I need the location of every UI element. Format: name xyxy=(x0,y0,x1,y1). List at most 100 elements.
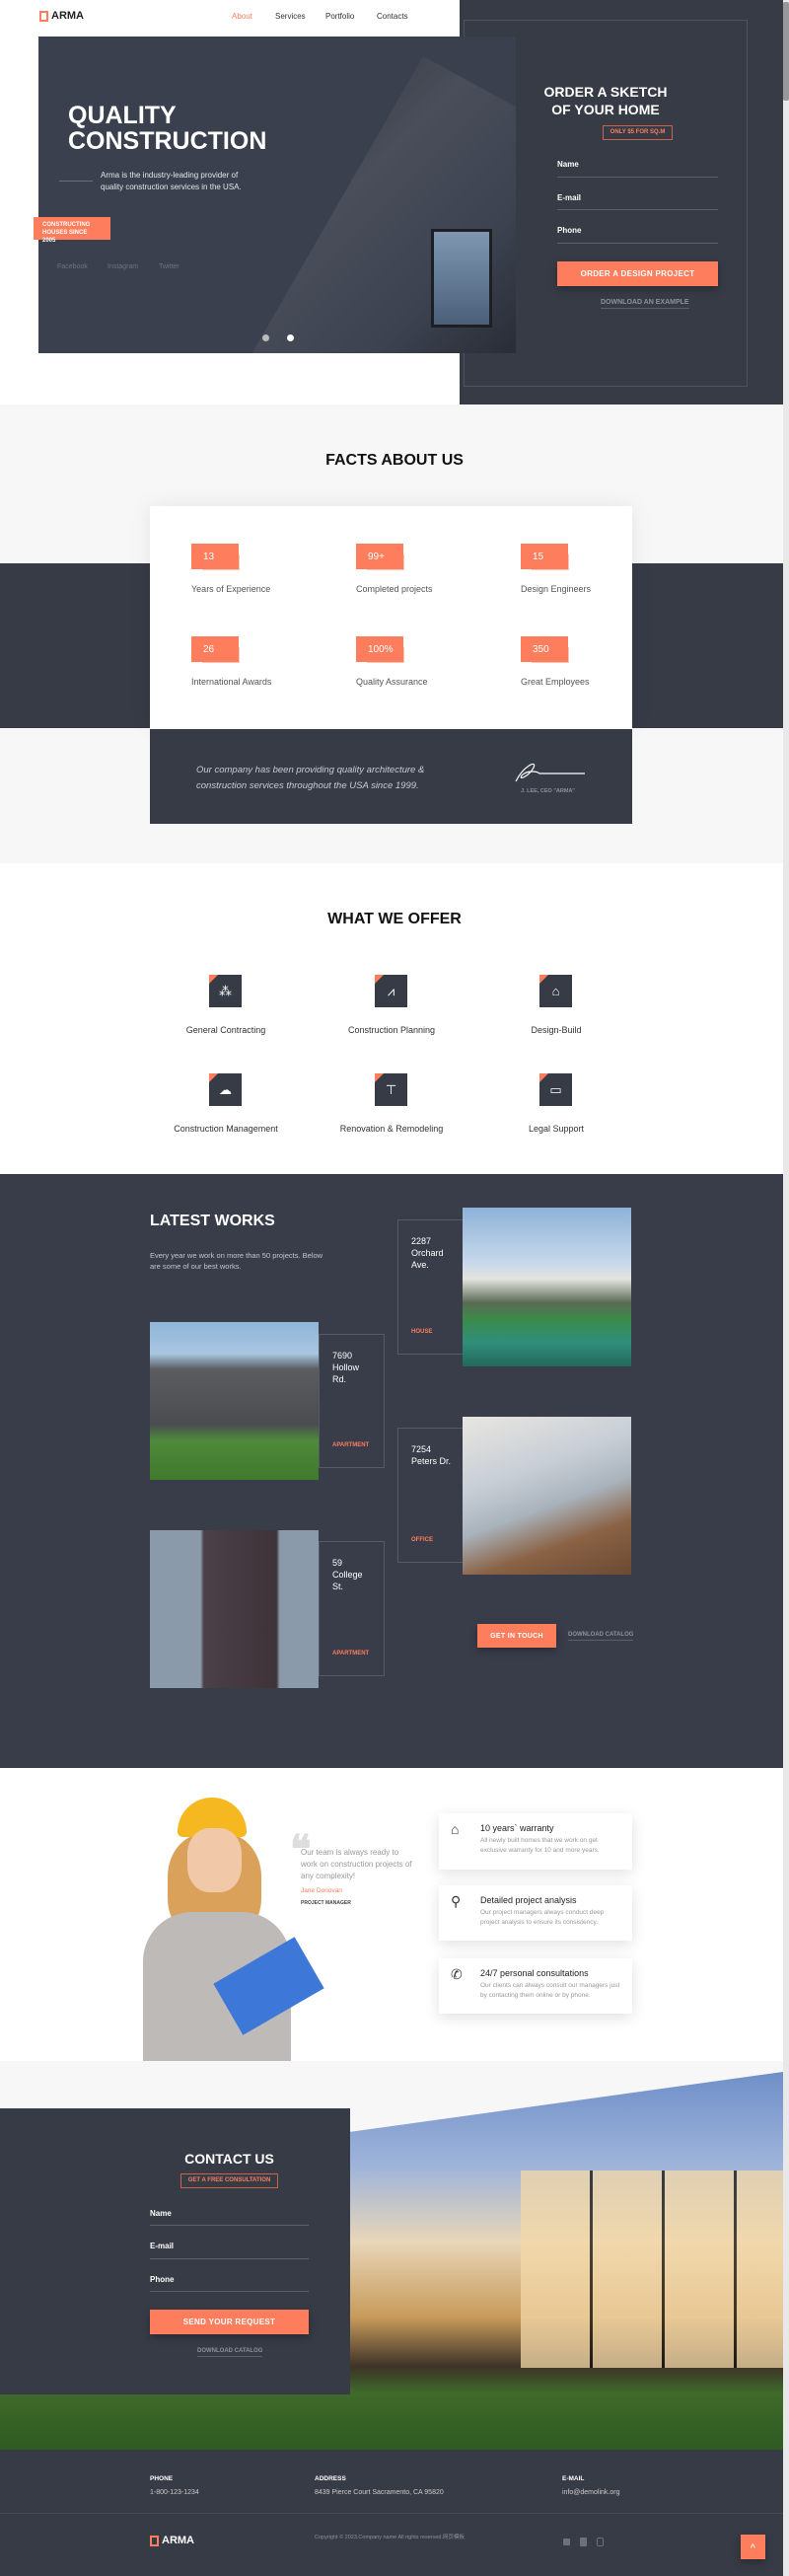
logo-text: ARMA xyxy=(51,10,84,22)
order-email-label: E-mail xyxy=(557,193,582,202)
youtube-icon[interactable] xyxy=(563,2539,570,2545)
work-type: HOUSE xyxy=(411,1329,433,1335)
download-example-link[interactable]: DOWNLOAD AN EXAMPLE xyxy=(601,299,689,309)
work-image-gray-house[interactable] xyxy=(150,1322,319,1480)
work-info-box[interactable]: 59 College St. APARTMENT xyxy=(319,1541,385,1676)
work-address: 7254 Peters Dr. xyxy=(411,1444,452,1466)
nav-contacts[interactable]: Contacts xyxy=(377,12,408,21)
order-price-badge: ONLY $5 FOR SQ.M xyxy=(603,125,673,140)
work-image-pool-house[interactable] xyxy=(463,1208,631,1366)
order-name-input[interactable] xyxy=(557,177,718,178)
hero-divider xyxy=(59,181,93,182)
order-title-line2: OF YOUR HOME xyxy=(551,102,660,117)
work-type: APARTMENT xyxy=(332,1442,370,1448)
work-address: 59 College St. xyxy=(332,1558,363,1591)
offer-label[interactable]: Design-Build xyxy=(477,1025,635,1035)
cloud-icon[interactable]: ☁ xyxy=(209,1073,242,1106)
signature-caption: J. LEE, CEO "ARMA" xyxy=(521,788,576,794)
work-image-tower[interactable] xyxy=(150,1530,319,1688)
offer-label[interactable]: General Contracting xyxy=(147,1025,305,1035)
hero-title-line1: QUALITY xyxy=(68,102,177,129)
order-phone-label: Phone xyxy=(557,226,582,235)
slider-dot-2[interactable] xyxy=(287,334,294,341)
logo-icon xyxy=(39,10,48,22)
feature-text: Our clients can always consult our manag… xyxy=(480,1982,620,1999)
search-icon: ⚲ xyxy=(451,1893,462,1909)
villa-windows xyxy=(521,2171,783,2368)
face xyxy=(187,1828,242,1892)
footer-email-label: E-MAIL xyxy=(562,2475,585,2482)
work-image-office[interactable] xyxy=(463,1417,631,1575)
contact-name-input[interactable] xyxy=(150,2225,309,2226)
work-address: 2287 Orchard Ave. xyxy=(411,1236,444,1270)
nav-portfolio[interactable]: Portfolio xyxy=(325,12,354,21)
order-email-input[interactable] xyxy=(557,209,718,210)
hero-social-instagram[interactable]: Instagram xyxy=(108,263,138,270)
logo[interactable]: ARMA xyxy=(39,10,84,22)
feature-card-analysis: ⚲ Detailed project analysis Our project ma… xyxy=(439,1885,632,1941)
house-icon: ⌂ xyxy=(451,1821,460,1837)
nav-services[interactable]: Services xyxy=(275,12,306,21)
order-design-button[interactable]: ORDER A DESIGN PROJECT xyxy=(557,261,718,286)
offer-label[interactable]: Construction Planning xyxy=(313,1025,470,1035)
footer-phone[interactable]: 1-800-123-1234 xyxy=(150,2489,199,2496)
phone-chat-icon: ✆ xyxy=(451,1966,463,1982)
facebook-icon[interactable] xyxy=(580,2538,587,2546)
order-name-label: Name xyxy=(557,160,579,169)
scrollbar-thumb[interactable] xyxy=(783,2,789,101)
work-info-box[interactable]: 7254 Peters Dr. OFFICE xyxy=(397,1428,464,1563)
back-to-top-button[interactable]: ^ xyxy=(741,2535,765,2559)
contact-phone-input[interactable] xyxy=(150,2291,309,2292)
download-catalog-link[interactable]: DOWNLOAD CATALOG xyxy=(568,1632,634,1641)
briefcase-icon[interactable]: ▭ xyxy=(539,1073,572,1106)
hero-social-twitter[interactable]: Twitter xyxy=(159,263,179,270)
signature-icon xyxy=(515,763,585,782)
hero-badge: CONSTRUCTING HOUSES SINCE 2005 xyxy=(34,217,110,244)
drops-icon[interactable]: ⁂ xyxy=(209,975,242,1007)
paint-roller-icon[interactable]: ⊤ xyxy=(375,1073,407,1106)
feature-card-warranty: ⌂ 10 years` warranty All newly built homes… xyxy=(439,1813,632,1870)
order-phone-input[interactable] xyxy=(557,243,718,244)
hero-title: QUALITY CONSTRUCTION xyxy=(68,103,266,154)
order-title-line1: ORDER A SKETCH xyxy=(543,84,668,100)
fact-label: Great Employees xyxy=(521,677,590,687)
feature-title: Detailed project analysis xyxy=(480,1895,577,1905)
feature-title: 10 years` warranty xyxy=(480,1823,554,1833)
nav-about[interactable]: About xyxy=(232,12,252,21)
testimonial-name: Jane Donovan xyxy=(301,1887,342,1894)
offer-label[interactable]: Renovation & Remodeling xyxy=(313,1124,470,1134)
hero-social-facebook[interactable]: Facebook xyxy=(57,263,88,270)
building-window xyxy=(431,229,492,328)
footer-address-label: ADDRESS xyxy=(315,2475,346,2482)
works-section xyxy=(0,1174,783,1768)
feature-card-consultations: ✆ 24/7 personal consultations Our clients … xyxy=(439,1958,632,2014)
instagram-icon[interactable] xyxy=(597,2538,604,2546)
work-info-box[interactable]: 2287 Orchard Ave. HOUSE xyxy=(397,1219,464,1355)
send-request-button[interactable]: SEND YOUR REQUEST xyxy=(150,2310,309,2334)
footer-divider xyxy=(0,2513,783,2514)
contact-download-catalog-link[interactable]: DOWNLOAD CATALOG xyxy=(197,2348,263,2357)
facts-card xyxy=(150,506,632,729)
work-info-box[interactable]: 7690 Hollow Rd. APARTMENT xyxy=(319,1334,385,1468)
offer-label[interactable]: Legal Support xyxy=(477,1124,635,1134)
works-description: Every year we work on more than 50 proje… xyxy=(150,1251,323,1271)
header: ARMA About Services Portfolio Contacts xyxy=(0,0,460,37)
offer-title: WHAT WE OFFER xyxy=(327,911,462,927)
works-title: LATEST WORKS xyxy=(150,1213,275,1229)
fact-value: 350 xyxy=(521,636,568,662)
offer-label[interactable]: Construction Management xyxy=(147,1124,305,1134)
fact-value: 100% xyxy=(356,636,403,662)
slider-dot-1[interactable] xyxy=(262,334,269,341)
contact-email-input[interactable] xyxy=(150,2258,309,2259)
fact-value: 15 xyxy=(521,544,568,569)
fact-label: Quality Assurance xyxy=(356,677,428,687)
work-type: OFFICE xyxy=(411,1537,433,1543)
footer-email[interactable]: info@demolink.org xyxy=(562,2489,619,2496)
compass-icon[interactable]: ⩘ xyxy=(375,975,407,1007)
scrollbar[interactable] xyxy=(783,0,789,2576)
get-in-touch-button[interactable]: GET IN TOUCH xyxy=(477,1624,556,1648)
footer-logo[interactable]: ARMA xyxy=(150,2535,194,2546)
house-icon[interactable]: ⌂ xyxy=(539,975,572,1007)
work-type: APARTMENT xyxy=(332,1651,370,1656)
fact-label: International Awards xyxy=(191,677,272,687)
